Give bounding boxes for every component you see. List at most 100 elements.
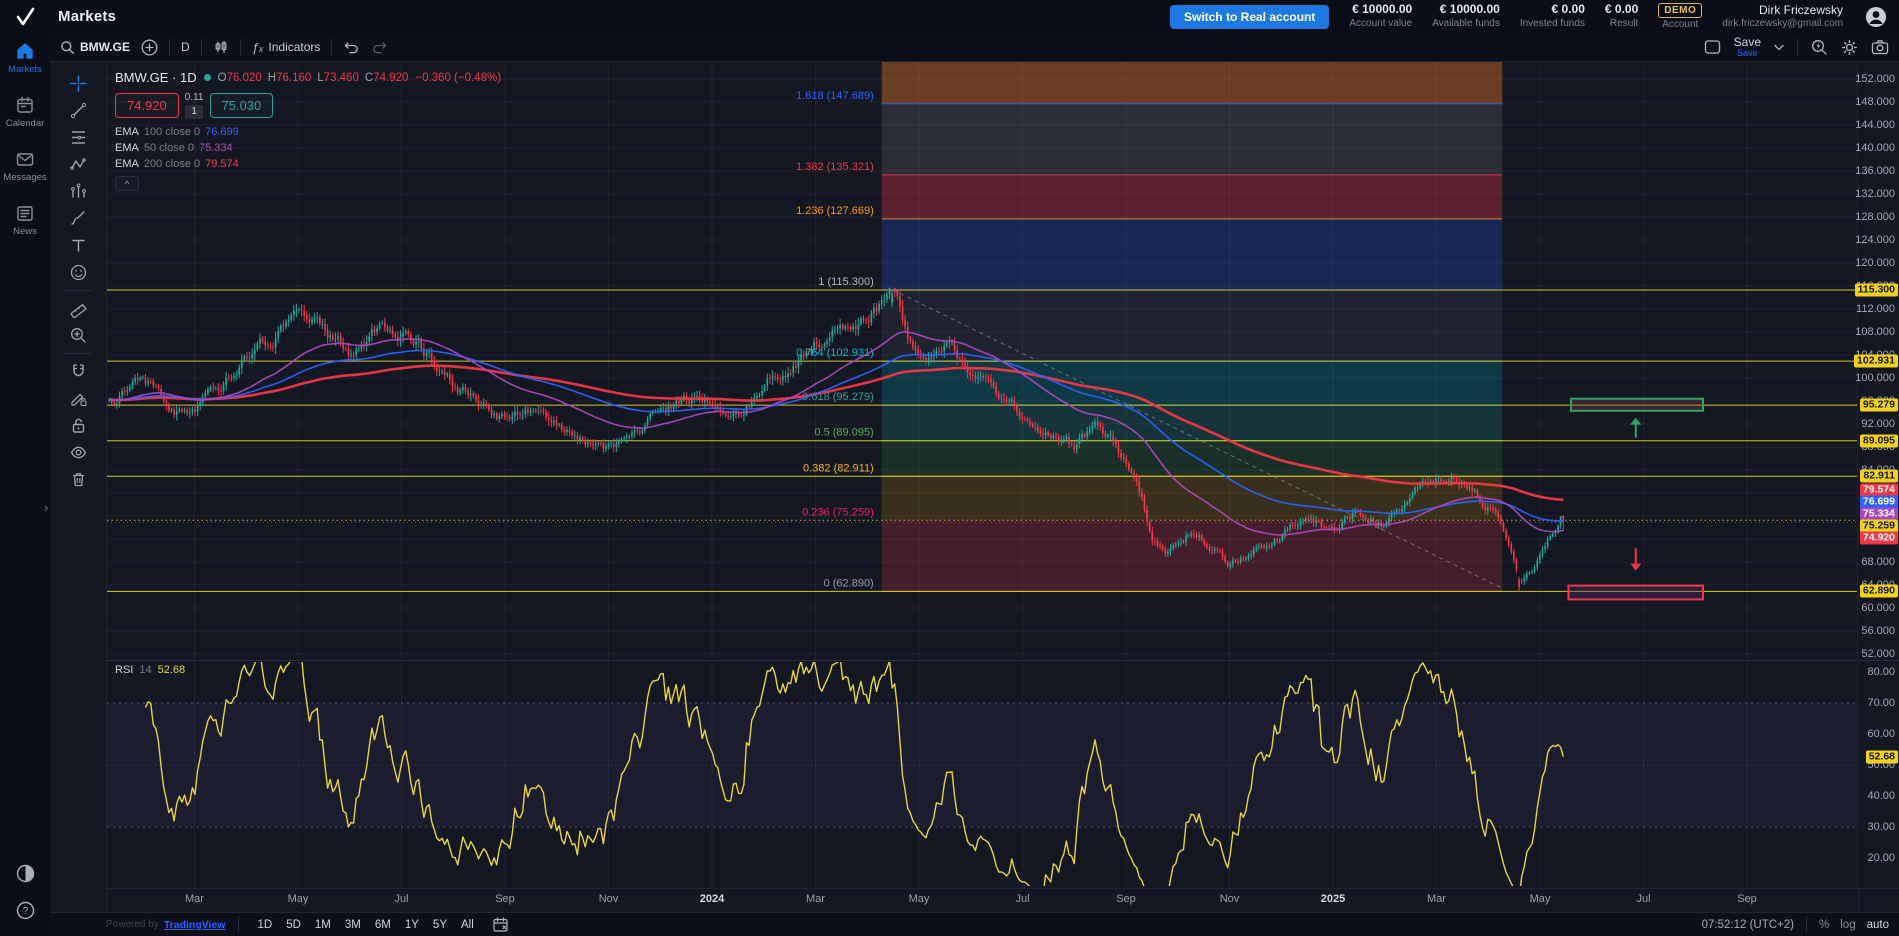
price-tick: 120.000 xyxy=(1855,257,1895,269)
drawing-toolbar xyxy=(50,62,107,912)
time-label: Jul xyxy=(1015,893,1029,905)
layout-select-icon[interactable] xyxy=(1704,39,1721,55)
range-button-5y[interactable]: 5Y xyxy=(428,917,452,933)
hide-drawings-tool[interactable] xyxy=(61,439,95,466)
rsi-name: RSI xyxy=(115,664,133,676)
ohlc-pair: H76.160 xyxy=(268,72,312,84)
trendline-tool[interactable] xyxy=(61,97,95,124)
time-label: May xyxy=(1530,893,1551,905)
toolbar-divider xyxy=(331,39,332,56)
save-status: Save xyxy=(1737,49,1758,58)
price-tick: 148.000 xyxy=(1855,96,1895,108)
page-title: Markets xyxy=(58,8,116,25)
indicator-name: EMA xyxy=(115,142,139,154)
ohlc-values: O76.020H76.160L73.460C74.920 xyxy=(218,72,409,84)
scale-mode-auto[interactable]: auto xyxy=(1867,919,1889,931)
range-button-1m[interactable]: 1M xyxy=(310,917,336,933)
forecast-tool[interactable] xyxy=(61,178,95,205)
user-info[interactable]: Dirk Friczewsky dirk.friczewsky@gmail.co… xyxy=(1722,3,1843,31)
help-icon[interactable]: ? xyxy=(16,901,35,920)
indicator-legend: EMA100 close 076.699EMA50 close 075.334E… xyxy=(115,126,501,170)
range-button-3m[interactable]: 3M xyxy=(340,917,366,933)
clock[interactable]: 07:52:12 (UTC+2) xyxy=(1702,919,1794,931)
price-axis[interactable]: 152.000148.000144.000140.000136.000132.0… xyxy=(1857,62,1899,888)
lock-all-tool[interactable] xyxy=(61,412,95,439)
time-label: Jul xyxy=(1636,893,1650,905)
candles-style-icon[interactable] xyxy=(213,39,229,55)
drawing-lock-tool[interactable] xyxy=(61,385,95,412)
svg-text:0.5 (89.095): 0.5 (89.095) xyxy=(814,427,873,439)
indicator-row[interactable]: EMA100 close 076.699 xyxy=(115,126,501,138)
time-axis[interactable]: ‹ MarMayJulSepNov2024MarMayJulSepNov2025… xyxy=(107,888,1858,913)
save-button[interactable]: Save Save xyxy=(1734,36,1761,58)
alert-icon[interactable] xyxy=(1811,39,1828,56)
text-tool[interactable] xyxy=(61,232,95,259)
sell-bid-button[interactable]: 74.920 xyxy=(115,93,179,118)
emoji-tool[interactable] xyxy=(61,259,95,286)
app-logo[interactable] xyxy=(0,6,50,28)
zoom-in-tool[interactable] xyxy=(61,322,95,349)
redo-icon[interactable] xyxy=(371,40,388,55)
mail-icon xyxy=(15,149,35,169)
rsi-tick: 40.00 xyxy=(1867,790,1895,802)
svg-text:0.618 (95.279): 0.618 (95.279) xyxy=(802,391,874,403)
chevron-down-icon[interactable] xyxy=(1774,44,1784,51)
sidebar-expander-icon[interactable]: › xyxy=(44,500,48,515)
sidebar-item-markets[interactable]: Markets xyxy=(0,41,50,75)
range-button-all[interactable]: All xyxy=(456,917,479,933)
sidebar-item-news[interactable]: News xyxy=(0,203,50,237)
symbol-name: BMW.GE xyxy=(80,40,130,54)
settings-gear-icon[interactable] xyxy=(1841,39,1858,56)
range-button-5d[interactable]: 5D xyxy=(281,917,306,933)
symbol-search-button[interactable]: BMW.GE xyxy=(60,40,130,55)
metric-value: € 10000.00 xyxy=(1352,3,1412,17)
tradingview-link[interactable]: TradingView xyxy=(164,919,226,931)
indicator-row[interactable]: EMA200 close 079.574 xyxy=(115,158,501,170)
range-button-1y[interactable]: 1Y xyxy=(400,917,424,933)
brush-tool[interactable] xyxy=(61,205,95,232)
app-window: Markets Switch to Real account € 10000.0… xyxy=(0,0,1899,936)
sidebar-item-messages[interactable]: Messages xyxy=(0,149,50,183)
buy-ask-button[interactable]: 75.030 xyxy=(210,93,274,118)
rsi-tick: 70.00 xyxy=(1867,697,1895,709)
ohlc-key: C xyxy=(365,72,373,84)
avatar[interactable] xyxy=(1863,4,1889,30)
sidebar-item-calendar[interactable]: Calendar xyxy=(0,95,50,129)
chart-plot-area[interactable]: 1.618 (147.689)1.382 (135.321)1.236 (127… xyxy=(107,62,1858,888)
quantity-field[interactable]: 1 xyxy=(185,105,203,119)
price-tick: 56.000 xyxy=(1861,625,1895,637)
remove-drawings-tool[interactable] xyxy=(61,466,95,493)
camera-snapshot-icon[interactable] xyxy=(1871,39,1889,55)
pattern-tool[interactable] xyxy=(61,151,95,178)
rsi-tick: 60.00 xyxy=(1867,728,1895,740)
scale-mode-log[interactable]: log xyxy=(1840,919,1855,931)
timeframe-button[interactable]: D xyxy=(181,40,190,54)
user-avatar-icon xyxy=(1864,5,1888,29)
chart-body: 1.618 (147.689)1.382 (135.321)1.236 (127… xyxy=(50,62,1899,936)
theme-toggle-icon[interactable] xyxy=(16,864,35,883)
scale-mode-%[interactable]: % xyxy=(1819,919,1829,931)
measure-tool[interactable] xyxy=(61,295,95,322)
go-to-date-icon[interactable] xyxy=(492,917,510,933)
range-button-6m[interactable]: 6M xyxy=(370,917,396,933)
legend-symbol[interactable]: BMW.GE · 1D xyxy=(115,70,197,85)
price-tick: 144.000 xyxy=(1855,119,1895,131)
indicator-name: EMA xyxy=(115,158,139,170)
add-symbol-icon[interactable] xyxy=(141,39,158,56)
toolbar-divider xyxy=(169,39,170,56)
price-badge: 95.279 xyxy=(1860,399,1898,412)
undo-icon[interactable] xyxy=(343,40,360,55)
ohlc-pair: O76.020 xyxy=(218,72,262,84)
toolbar-divider xyxy=(238,916,239,933)
fib-retracement-tool[interactable] xyxy=(61,124,95,151)
range-button-1d[interactable]: 1D xyxy=(252,917,277,933)
switch-to-real-account-button[interactable]: Switch to Real account xyxy=(1170,5,1329,29)
indicator-row[interactable]: EMA50 close 075.334 xyxy=(115,142,501,154)
svg-text:1.236 (127.669): 1.236 (127.669) xyxy=(796,205,874,217)
indicators-label: Indicators xyxy=(268,40,320,54)
magnet-tool[interactable] xyxy=(61,358,95,385)
crosshair-tool[interactable] xyxy=(61,70,95,97)
indicators-button[interactable]: ƒx Indicators xyxy=(252,40,321,55)
legend-collapse-button[interactable]: ^ xyxy=(115,176,139,191)
powered-by-label: Powered by xyxy=(106,919,159,930)
